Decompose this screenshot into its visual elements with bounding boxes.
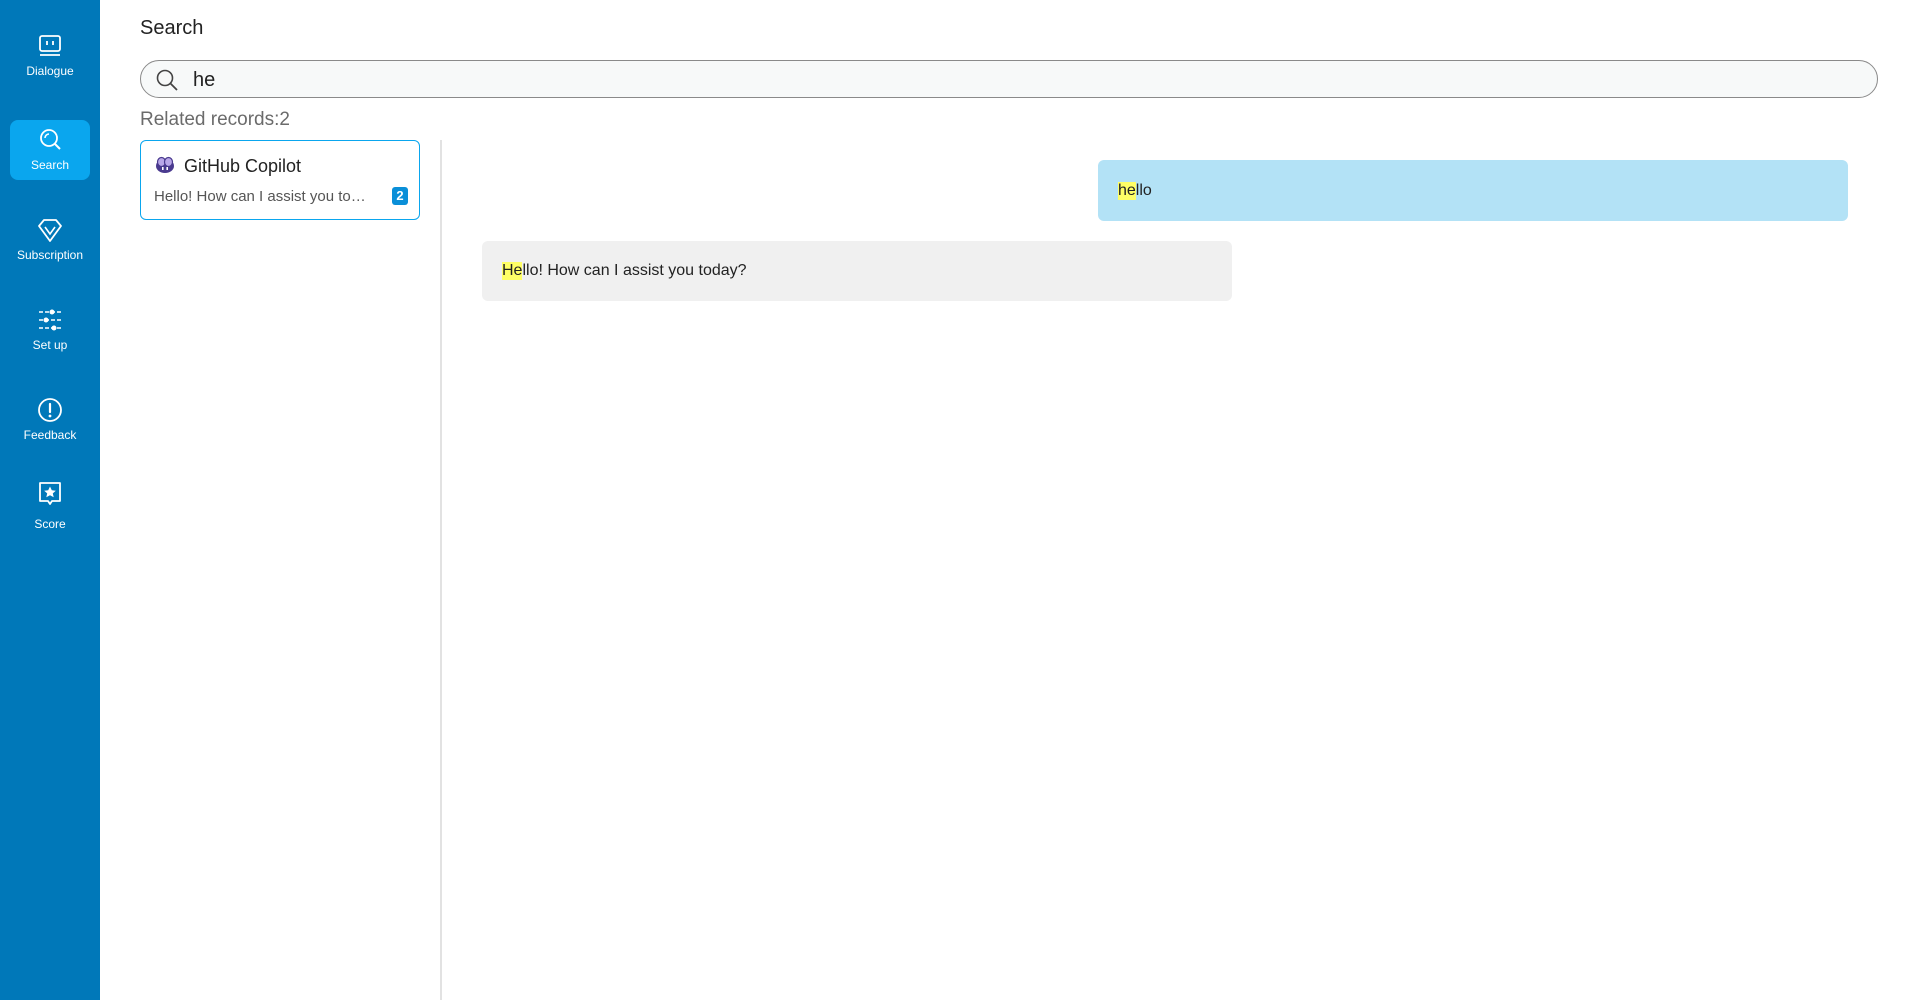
sidebar-item-setup[interactable]: Set up [10,300,90,360]
sidebar-item-score[interactable]: Score [10,474,90,544]
user-message-bubble: he llo [1098,160,1848,221]
sidebar-item-label: Score [34,517,66,531]
record-title: GitHub Copilot [184,156,302,176]
sidebar-item-label: Search [30,158,70,172]
star-icon [39,482,61,505]
message-text: llo! How can I assist you today? [522,262,747,279]
search-icon [156,69,178,91]
assistant-message-bubble: He llo! How can I assist you today? [482,241,1232,301]
copilot-icon [156,156,174,173]
count-badge: 2 [392,187,408,205]
exclamation-icon [38,398,62,422]
search-icon [40,129,61,150]
record-card-github-copilot[interactable]: GitHub Copilot Hello! How can I assist y… [140,140,420,220]
sidebar-item-search[interactable]: Search [10,120,90,180]
page-title: Search [140,17,204,39]
search-highlight: he [1118,181,1136,200]
diamond-icon [38,219,62,242]
pane-divider [440,140,442,1000]
record-preview: Hello! How can I assist you today? [154,188,374,205]
sidebar-item-dialogue[interactable]: Dialogue [10,26,90,86]
sidebar-item-feedback[interactable]: Feedback [10,390,90,450]
related-records-count: Related records:2 [140,109,290,130]
sidebar-item-label: Feedback [23,428,77,442]
search-box[interactable] [140,60,1878,98]
sidebar-item-label: Set up [32,338,68,352]
search-input[interactable] [191,65,1855,95]
sidebar-item-subscription[interactable]: Subscription [10,210,90,270]
sliders-icon [39,309,61,331]
sidebar-item-label: Subscription [16,248,84,262]
sidebar: Dialogue Search Subscription Set up Feed… [0,0,100,1000]
search-highlight: He [502,262,523,280]
dialogue-icon [39,35,61,56]
sidebar-item-label: Dialogue [26,64,74,78]
message-text: llo [1135,181,1152,199]
